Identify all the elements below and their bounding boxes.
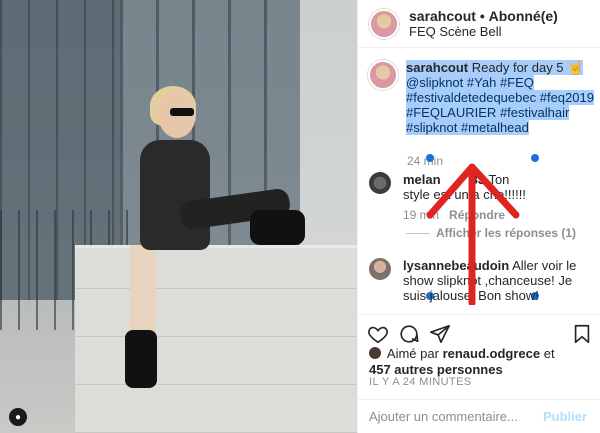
comment-text: che!!!!!! <box>483 187 526 202</box>
comment-text: est <box>433 187 451 202</box>
comment-text: un <box>454 187 469 202</box>
caption-body: Ready for day 5 <box>471 60 564 75</box>
avatar[interactable] <box>369 8 399 39</box>
caption-username[interactable]: sarahcout <box>406 60 468 75</box>
likes-user-link[interactable]: renaud.odgrece <box>443 346 541 361</box>
comment: melan 83 Ton style est un a che!!!!!! 19 … <box>369 172 583 223</box>
comment-icon[interactable] <box>398 323 420 345</box>
publish-button[interactable]: Publier <box>543 409 587 424</box>
person-boot <box>250 210 305 245</box>
comment-body: melan 83 Ton style est un a che!!!!!! 19 … <box>403 172 583 223</box>
post-photo[interactable]: ● <box>0 0 357 433</box>
comment-text: Ton <box>488 172 510 187</box>
comment-composer: Publier <box>357 399 600 433</box>
avatar <box>369 347 381 359</box>
likes-summary: Aimé par renaud.odgrece et 457 autres pe… <box>369 346 594 378</box>
comment-input[interactable] <box>369 409 529 424</box>
bookmark-icon[interactable] <box>571 323 593 345</box>
avatar[interactable] <box>369 258 391 280</box>
user-tag-icon[interactable]: ● <box>9 408 27 426</box>
reply-button[interactable]: Répondre <box>449 208 505 222</box>
comment-username[interactable]: lysannebeaudoin <box>403 258 509 273</box>
header-text: sarahcout • Abonné(e) FEQ Scène Bell <box>409 7 558 39</box>
sunglasses <box>170 108 194 116</box>
comment-time[interactable]: 19 min <box>403 208 439 222</box>
comment-text: a <box>472 187 480 202</box>
post-timestamp[interactable]: IL Y A 24 MINUTES <box>369 376 472 388</box>
likes-prefix: Aimé par <box>386 346 439 361</box>
hashtag-link[interactable]: #festivaldetedequebec <box>406 90 536 105</box>
caption-emoji: 🤘 <box>567 60 584 75</box>
separator: • <box>479 7 485 24</box>
hashtag-link[interactable]: #feq2019 <box>540 90 594 105</box>
view-replies-button[interactable]: Afficher les réponses (1) <box>436 226 576 240</box>
heart-icon[interactable] <box>367 323 389 345</box>
caption: sarahcout Ready for day 5 🤘 @slipknot #Y… <box>368 60 594 135</box>
caption-time[interactable]: 24 min <box>407 154 443 168</box>
comment-text: style <box>403 187 430 202</box>
likes-others-link[interactable]: 457 autres personnes <box>369 362 503 377</box>
avatar[interactable] <box>368 60 398 90</box>
share-icon[interactable] <box>429 323 451 345</box>
hashtag-link[interactable]: #FEQ <box>500 75 534 90</box>
selection-handle[interactable] <box>531 154 539 162</box>
post-header: sarahcout • Abonné(e) FEQ Scène Bell <box>358 0 600 48</box>
hashtag-link[interactable]: #metalhead <box>461 120 529 135</box>
follow-status-button[interactable]: Abonné(e) <box>489 8 558 24</box>
caption-text: sarahcout Ready for day 5 🤘 @slipknot #Y… <box>406 60 594 135</box>
selection-handle[interactable] <box>426 154 434 162</box>
comment-body: lysannebeaudoin Aller voir le show slipk… <box>403 258 583 303</box>
hashtag-link[interactable]: #FEQLAURIER <box>406 105 496 120</box>
comment-meta: 19 min Répondre <box>403 208 583 223</box>
concrete-wall <box>75 245 357 433</box>
hashtag-link[interactable]: #festivalhair <box>500 105 569 120</box>
hashtag-link[interactable]: #Yah <box>467 75 496 90</box>
person-boot <box>125 330 157 388</box>
comment-username[interactable]: melan <box>403 172 441 187</box>
comment: lysannebeaudoin Aller voir le show slipk… <box>369 258 583 303</box>
location-link[interactable]: FEQ Scène Bell <box>409 24 558 39</box>
avatar[interactable] <box>369 172 391 194</box>
header-username[interactable]: sarahcout <box>409 8 476 24</box>
mention-link[interactable]: @slipknot <box>406 75 463 90</box>
hashtag-link[interactable]: #slipknot <box>406 120 457 135</box>
likes-joiner: et <box>543 346 555 361</box>
person-body <box>140 140 210 250</box>
comment-username-tail: 83 <box>470 172 486 187</box>
